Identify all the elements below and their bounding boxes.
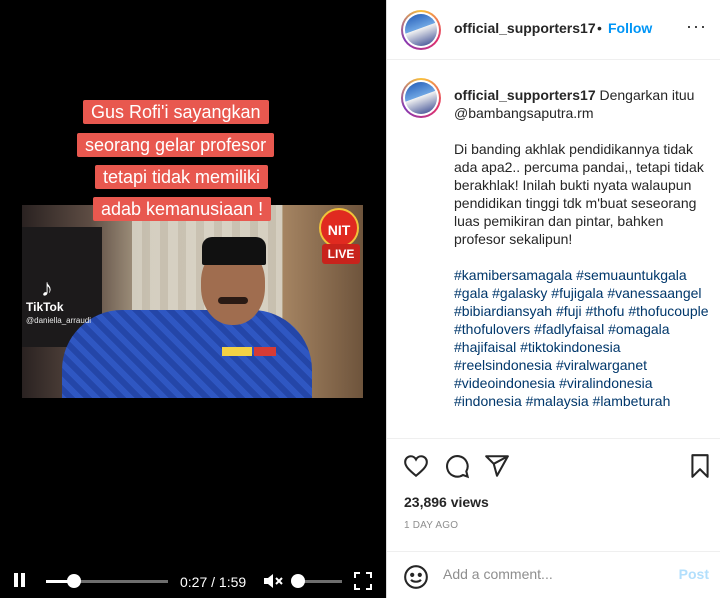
- comment-bar: Post: [387, 551, 720, 598]
- post-header: official_supporters17 • Follow ···: [387, 0, 720, 60]
- comment-icon[interactable]: [444, 453, 470, 479]
- post-actions: [387, 438, 720, 492]
- post-comment-button[interactable]: Post: [679, 566, 709, 582]
- heart-icon[interactable]: [403, 453, 429, 479]
- post-side-panel: official_supporters17 • Follow ··· offic…: [386, 0, 720, 598]
- video-player[interactable]: Gus Rofi'i sayangkan seorang gelar profe…: [0, 0, 386, 598]
- caption-line-1: Gus Rofi'i sayangkan: [83, 100, 269, 124]
- caption-hashtags[interactable]: #kamibersamagala #semuauntukgala #gala #…: [454, 266, 712, 410]
- fullscreen-icon[interactable]: [353, 571, 373, 591]
- more-options-icon[interactable]: ···: [686, 16, 707, 37]
- caption-line-4: adab kemanusiaan !: [93, 197, 272, 221]
- tiktok-watermark: TikTok: [26, 300, 64, 314]
- pause-icon[interactable]: [12, 573, 28, 589]
- header-separator: •: [597, 20, 602, 36]
- tiktok-logo-icon: ♪: [41, 275, 53, 302]
- view-count[interactable]: 23,896 views: [404, 494, 489, 510]
- share-icon[interactable]: [484, 453, 510, 479]
- shirt-badge-red: [254, 347, 276, 356]
- avatar[interactable]: [401, 10, 441, 50]
- caption-avatar[interactable]: [401, 78, 441, 118]
- tiktok-handle: @daniella_arraudi: [26, 316, 92, 325]
- post-date[interactable]: 1 DAY AGO: [404, 520, 458, 531]
- caption-line-2: seorang gelar profesor: [77, 133, 275, 157]
- live-badge: NIT LIVE: [316, 208, 362, 268]
- video-frame[interactable]: [22, 205, 363, 398]
- nit-logo: NIT: [319, 208, 359, 248]
- volume-handle[interactable]: [291, 574, 305, 588]
- caption-header: official_supporters17 Dengarkan ituu @ba…: [454, 86, 710, 122]
- emoji-icon[interactable]: [403, 564, 429, 590]
- mute-icon[interactable]: [262, 572, 284, 590]
- live-label: LIVE: [322, 244, 360, 264]
- caption-line-3: tetapi tidak memiliki: [95, 165, 269, 189]
- video-time: 0:27 / 1:59: [180, 574, 247, 590]
- comment-input[interactable]: [443, 566, 663, 582]
- video-controls: 0:27 / 1:59: [0, 564, 386, 598]
- caption-body: Di banding akhlak pendidikannya tidak ad…: [454, 140, 712, 410]
- shirt-badge-yellow: [222, 347, 252, 356]
- speaker-cap: [202, 237, 266, 265]
- bookmark-icon[interactable]: [687, 453, 713, 479]
- speaker-mustache: [218, 297, 248, 304]
- comments-section[interactable]: official_supporters17 Dengarkan ituu @ba…: [387, 60, 720, 438]
- caption-username[interactable]: official_supporters17: [454, 87, 596, 103]
- caption-text: Di banding akhlak pendidikannya tidak ad…: [454, 141, 704, 247]
- follow-button[interactable]: Follow: [608, 20, 652, 36]
- progress-handle[interactable]: [67, 574, 82, 588]
- header-username[interactable]: official_supporters17: [454, 20, 596, 36]
